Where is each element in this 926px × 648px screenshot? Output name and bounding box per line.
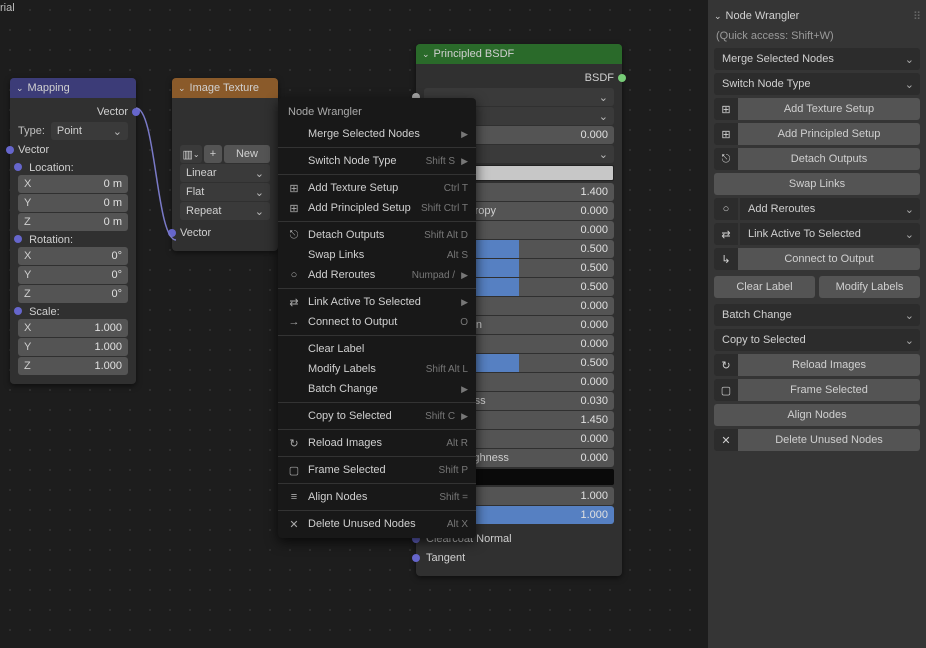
frame-selected-button[interactable]: Frame Selected — [738, 379, 920, 401]
ctx-item-20[interactable]: ↻Reload ImagesAlt R — [278, 433, 476, 453]
node-title: Image Texture — [190, 82, 260, 94]
delete-icon: ✕ — [714, 429, 738, 451]
node-title: Principled BSDF — [434, 48, 515, 60]
socket-icon[interactable] — [618, 74, 626, 82]
panel-title: Node Wrangler — [726, 10, 800, 22]
ctx-item-8[interactable]: Swap LinksAlt S — [278, 245, 476, 265]
batch-change-dropdown[interactable]: Batch Change — [714, 304, 920, 326]
socket-vector: Vector — [180, 227, 211, 239]
ctx-item-2[interactable]: Switch Node TypeShift S▶ — [278, 151, 476, 171]
scale-x[interactable]: X1.000 — [18, 319, 128, 337]
rotation-z[interactable]: Z0° — [18, 285, 128, 303]
ctx-item-15[interactable]: Modify LabelsShift Alt L — [278, 359, 476, 379]
clear-label-button[interactable]: Clear Label — [714, 276, 815, 298]
principled-icon: ⊞ — [714, 123, 738, 145]
socket-icon[interactable] — [132, 108, 140, 116]
grip-icon[interactable]: ⠿ — [913, 10, 920, 23]
link-icon: ⇄ — [714, 223, 738, 245]
rotation-y[interactable]: Y0° — [18, 266, 128, 284]
node-title: Mapping — [28, 82, 70, 94]
side-panel-node-wrangler: ⌄Node Wrangler⠿ (Quick access: Shift+W) … — [708, 0, 926, 648]
copy-selected-dropdown[interactable]: Copy to Selected — [714, 329, 920, 351]
chevron-down-icon: ⌄ — [422, 49, 430, 60]
chevron-down-icon: ⌄ — [178, 83, 186, 94]
socket-icon[interactable] — [14, 307, 22, 315]
socket-icon[interactable] — [6, 146, 14, 154]
quick-access-hint: (Quick access: Shift+W) — [716, 30, 920, 42]
ctx-item-12[interactable]: →Connect to OutputO — [278, 312, 476, 332]
node-header-bsdf[interactable]: ⌄ Principled BSDF — [416, 44, 622, 64]
proj-select[interactable]: Flat — [180, 183, 270, 201]
ctx-item-18[interactable]: Copy to SelectedShift C▶ — [278, 406, 476, 426]
socket-icon[interactable] — [168, 229, 176, 237]
align-nodes-button[interactable]: Align Nodes — [714, 404, 920, 426]
node-mapping[interactable]: ⌄ Mapping Vector Type: Point Vector Locati… — [10, 78, 136, 384]
add-principled-button[interactable]: Add Principled Setup — [738, 123, 920, 145]
scale-label: Scale: — [29, 306, 60, 318]
socket-icon[interactable] — [14, 163, 22, 171]
image-browse[interactable]: ▥⌄ — [180, 145, 202, 163]
ctx-item-16[interactable]: Batch Change▶ — [278, 379, 476, 399]
node-header-mapping[interactable]: ⌄ Mapping — [10, 78, 136, 98]
ctx-item-7[interactable]: ⎋Detach OutputsShift Alt D — [278, 225, 476, 245]
delete-unused-button[interactable]: Delete Unused Nodes — [738, 429, 920, 451]
frame-icon: ▢ — [714, 379, 738, 401]
ctx-item-26[interactable]: ✕Delete Unused NodesAlt X — [278, 514, 476, 534]
ctx-item-11[interactable]: ⇄Link Active To Selected▶ — [278, 292, 476, 312]
ctx-item-4[interactable]: ⊞Add Texture SetupCtrl T — [278, 178, 476, 198]
chevron-down-icon: ⌄ — [16, 83, 24, 94]
node-header-image[interactable]: ⌄ Image Texture — [172, 78, 278, 98]
interp-select[interactable]: Linear — [180, 164, 270, 182]
image-new-btn[interactable]: + — [204, 145, 222, 163]
location-x[interactable]: X0 m — [18, 175, 128, 193]
node-image-texture[interactable]: ⌄ Image Texture ▥⌄ + New Linear Flat Repe… — [172, 78, 278, 251]
scale-z[interactable]: Z1.000 — [18, 357, 128, 375]
rotation-x[interactable]: X0° — [18, 247, 128, 265]
rotation-label: Rotation: — [29, 234, 73, 246]
detach-outputs-button[interactable]: Detach Outputs — [738, 148, 920, 170]
header-fragment: rial — [0, 2, 15, 14]
bsdf-input-1: Tangent — [424, 549, 614, 567]
node-editor-canvas[interactable]: rial ⌄ Mapping Vector Type: Point Vector L… — [0, 0, 708, 648]
ctx-item-0[interactable]: Merge Selected Nodes▶ — [278, 124, 476, 144]
socket-output-vector: Vector — [97, 106, 128, 118]
reroute-icon: ○ — [714, 198, 738, 220]
ctx-item-14[interactable]: Clear Label — [278, 339, 476, 359]
add-reroutes-dropdown[interactable]: Add Reroutes — [740, 198, 920, 220]
scale-y[interactable]: Y1.000 — [18, 338, 128, 356]
context-menu-title: Node Wrangler — [278, 102, 476, 124]
location-y[interactable]: Y0 m — [18, 194, 128, 212]
location-label: Location: — [29, 162, 74, 174]
ctx-item-24[interactable]: ≡Align NodesShift = — [278, 487, 476, 507]
detach-icon: ⎋ — [714, 148, 738, 170]
panel-header[interactable]: ⌄ Node Wrangler ⠿ — [714, 6, 920, 26]
ctx-item-9[interactable]: ○Add ReroutesNumpad /▶ — [278, 265, 476, 285]
merge-dropdown[interactable]: Merge Selected Nodes — [714, 48, 920, 70]
chevron-down-icon: ⌄ — [714, 11, 722, 22]
swap-links-button[interactable]: Swap Links — [714, 173, 920, 195]
connect-output-button[interactable]: Connect to Output — [738, 248, 920, 270]
ext-select[interactable]: Repeat — [180, 202, 270, 220]
reload-images-button[interactable]: Reload Images — [738, 354, 920, 376]
socket-output-bsdf: BSDF — [585, 72, 614, 84]
add-texture-button[interactable]: Add Texture Setup — [738, 98, 920, 120]
socket-vector: Vector — [18, 144, 49, 156]
modify-labels-button[interactable]: Modify Labels — [819, 276, 920, 298]
context-menu-node-wrangler: Node Wrangler Merge Selected Nodes▶ Switc… — [278, 98, 476, 538]
location-z[interactable]: Z0 m — [18, 213, 128, 231]
ctx-item-22[interactable]: ▢Frame SelectedShift P — [278, 460, 476, 480]
socket-icon[interactable] — [14, 235, 22, 243]
image-new[interactable]: New — [224, 145, 270, 163]
reload-icon: ↻ — [714, 354, 738, 376]
type-select[interactable]: Point — [51, 122, 128, 140]
switch-dropdown[interactable]: Switch Node Type — [714, 73, 920, 95]
type-label: Type: — [18, 125, 45, 137]
texture-icon: ⊞ — [714, 98, 738, 120]
link-active-dropdown[interactable]: Link Active To Selected — [740, 223, 920, 245]
ctx-item-5[interactable]: ⊞Add Principled SetupShift Ctrl T — [278, 198, 476, 218]
connect-icon: ↳ — [714, 248, 738, 270]
